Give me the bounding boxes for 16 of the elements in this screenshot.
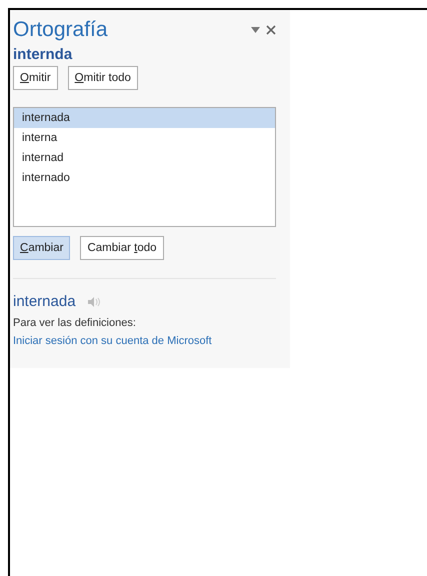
sign-in-link[interactable]: Iniciar sesión con su cuenta de Microsoft [13, 335, 212, 347]
definition-hint: Para ver las definiciones: [13, 317, 137, 329]
dropdown-icon[interactable] [251, 27, 260, 33]
suggestion-item[interactable]: internada [14, 108, 275, 128]
ignore-button[interactable]: Omitir todo [68, 66, 138, 90]
change-button[interactable]: Cambiar [13, 236, 70, 260]
suggestion-item[interactable]: internad [14, 148, 275, 168]
ignore-button[interactable]: Omitir [13, 66, 58, 90]
close-icon[interactable] [266, 25, 276, 35]
pane-title: Ortografía [13, 18, 108, 42]
definition-word: internada [13, 293, 76, 310]
suggestion-item[interactable]: internado [14, 168, 275, 188]
suggestion-item[interactable]: interna [14, 128, 275, 148]
misspelled-word: internda [13, 46, 74, 63]
suggestion-list[interactable]: internada interna internad internado [13, 107, 276, 227]
change-button[interactable]: Cambiar todo [80, 236, 164, 260]
